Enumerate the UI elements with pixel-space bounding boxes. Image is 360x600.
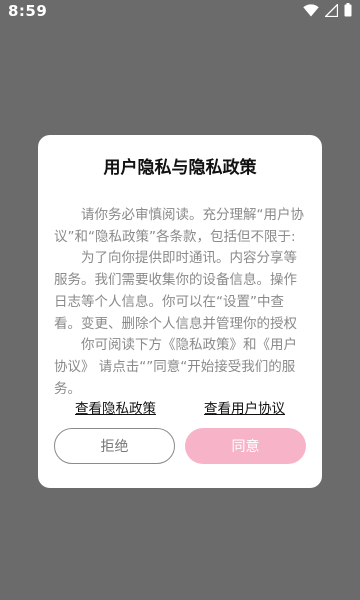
dialog-body: 请你务必审慎阅读。充分理解“用户协议”和“隐私政策”各条款，包括但不限于: 为了… (54, 205, 310, 400)
status-icons (303, 3, 352, 17)
agree-button[interactable]: 同意 (185, 428, 306, 464)
privacy-policy-link[interactable]: 查看隐私政策 (75, 397, 156, 417)
status-bar: 8:59 (0, 0, 360, 24)
status-time: 8:59 (8, 2, 48, 20)
body-paragraph-3: 你可阅读下方《隐私政策》和《用户协议》 请点击“”同意“开始接受我们的服务。 (54, 337, 297, 397)
battery-icon (344, 3, 352, 17)
user-agreement-link[interactable]: 查看用户协议 (204, 397, 285, 417)
signal-icon (325, 3, 338, 17)
policy-links: 查看隐私政策 查看用户协议 (38, 397, 322, 417)
reject-button[interactable]: 拒绝 (54, 428, 175, 464)
body-paragraph-2: 为了向你提供即时通讯。内容分享等服务。我们需要收集你的设备信息。操作日志等个人信… (54, 250, 297, 332)
wifi-icon (303, 3, 319, 17)
privacy-dialog: 用户隐私与隐私政策 请你务必审慎阅读。充分理解“用户协议”和“隐私政策”各条款，… (38, 135, 322, 488)
dialog-title: 用户隐私与隐私政策 (103, 158, 257, 178)
body-paragraph-1: 请你务必审慎阅读。充分理解“用户协议”和“隐私政策”各条款，包括但不限于: (54, 207, 304, 245)
